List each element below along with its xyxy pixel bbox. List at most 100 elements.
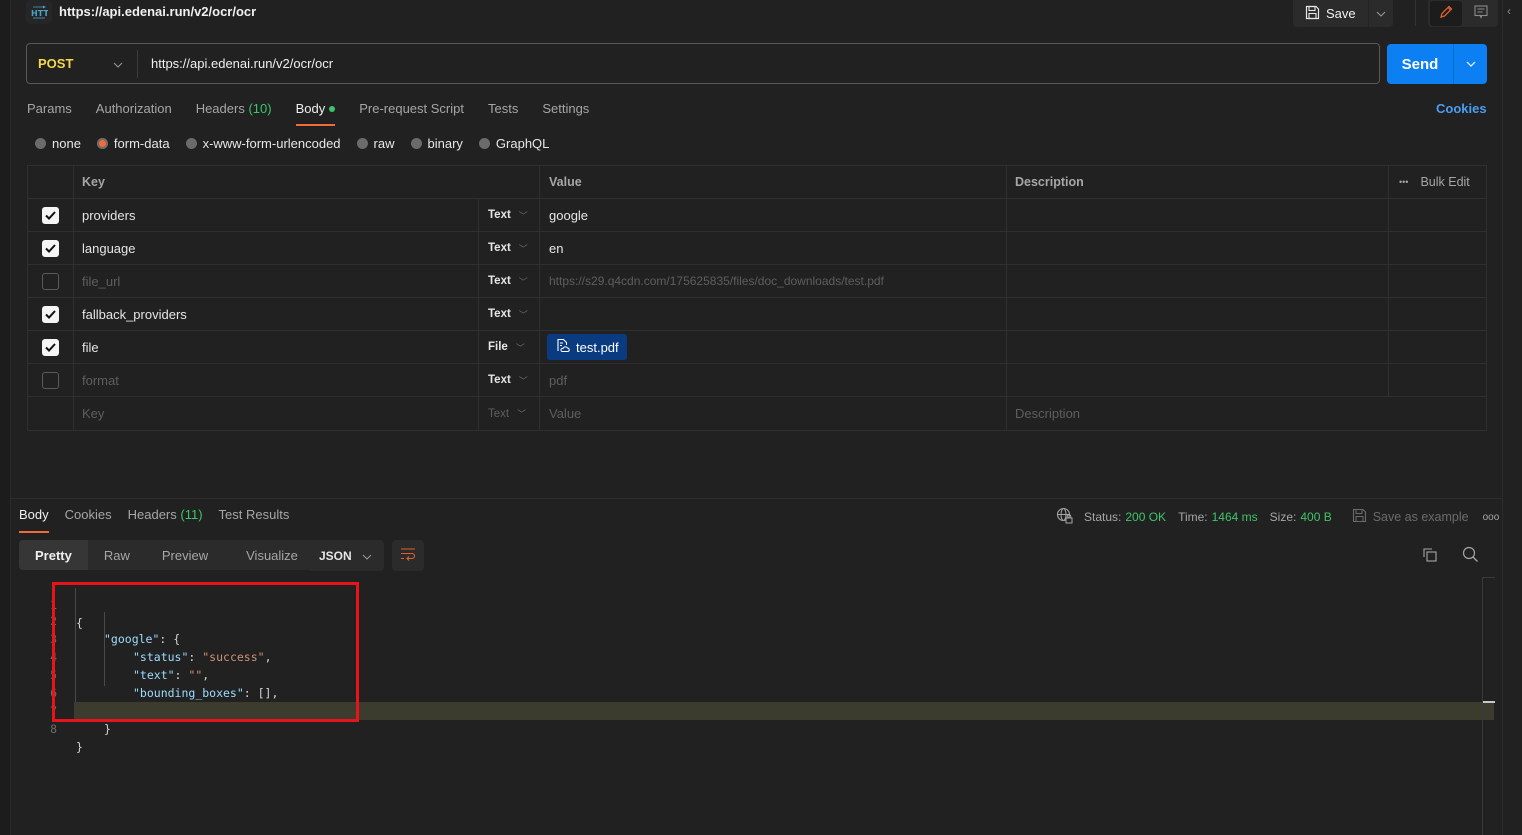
search-button[interactable] (1462, 546, 1479, 566)
value-cell[interactable]: google (540, 199, 1007, 231)
type-select[interactable]: Text ﹀ (479, 364, 540, 396)
radio-graphql[interactable]: GraphQL (478, 136, 549, 151)
response-tab-headers[interactable]: Headers (11) (128, 507, 203, 532)
format-select[interactable]: JSON (308, 540, 384, 571)
type-select[interactable]: Text ﹀ (479, 199, 540, 231)
value-cell[interactable] (540, 298, 1007, 330)
header-key: Key (74, 166, 540, 198)
save-as-example-button[interactable]: Save as example (1352, 508, 1469, 526)
radio-binary[interactable]: binary (410, 136, 463, 151)
radio-raw[interactable]: raw (356, 136, 395, 151)
tab-body[interactable]: Body (295, 98, 336, 128)
value-cell[interactable]: en (540, 232, 1007, 264)
response-tab-test-results[interactable]: Test Results (219, 507, 290, 532)
request-title[interactable]: https://api.edenai.run/v2/ocr/ocr (59, 4, 256, 19)
radio-form-data[interactable]: form-data (96, 136, 170, 151)
view-pretty[interactable]: Pretty (19, 540, 88, 570)
cookies-link[interactable]: Cookies (1436, 101, 1487, 116)
save-group: Save (1293, 0, 1393, 27)
radio-none[interactable]: none (35, 136, 81, 151)
description-cell[interactable] (1007, 232, 1389, 264)
tab-authorization[interactable]: Authorization (96, 98, 172, 128)
value-placeholder[interactable]: Value (540, 397, 1007, 430)
tab-tests[interactable]: Tests (488, 98, 518, 128)
key-cell[interactable]: language (74, 232, 479, 264)
tab-label: Pre-request Script (359, 101, 464, 116)
type-select[interactable]: Text ﹀ (479, 298, 540, 330)
more-options-icon[interactable]: ••• (1399, 177, 1408, 187)
header-actions: ••• Bulk Edit (1389, 166, 1486, 198)
url-input[interactable] (138, 56, 1379, 71)
chevron-down-icon: ﹀ (517, 409, 527, 419)
line-number: 8 (50, 722, 57, 736)
value-cell[interactable]: pdf (540, 364, 1007, 396)
method-select[interactable]: POST (27, 49, 138, 78)
time-value[interactable]: 1464 ms (1212, 510, 1258, 524)
value-cell[interactable]: https://s29.q4cdn.com/175625835/files/do… (540, 265, 1007, 297)
network-globe-icon[interactable] (1056, 507, 1073, 527)
tab-headers[interactable]: Headers (10) (196, 98, 272, 128)
size-value[interactable]: 400 B (1300, 510, 1331, 524)
radio-button[interactable] (96, 138, 108, 149)
copy-button[interactable] (1422, 547, 1438, 566)
description-cell[interactable] (1007, 364, 1389, 396)
key-cell[interactable]: providers (74, 199, 479, 231)
type-select[interactable]: Text ﹀ (479, 397, 540, 430)
type-select[interactable]: File ﹀ (479, 331, 540, 363)
row-checkbox[interactable] (42, 371, 59, 389)
description-cell[interactable] (1007, 265, 1389, 297)
key-placeholder[interactable]: Key (74, 397, 479, 430)
description-placeholder[interactable]: Description (1007, 397, 1486, 430)
status-value[interactable]: 200 OK (1125, 510, 1166, 524)
send-options-button[interactable] (1454, 44, 1487, 84)
row-checkbox-cell (28, 199, 74, 231)
view-visualize[interactable]: Visualize (230, 540, 314, 570)
response-tab-cookies[interactable]: Cookies (65, 507, 112, 532)
type-label: Text (488, 209, 511, 221)
wrap-lines-button[interactable] (392, 540, 424, 571)
key-cell[interactable]: file (74, 331, 479, 363)
radio-x-www-form-urlencoded[interactable]: x-www-form-urlencoded (185, 136, 341, 151)
row-checkbox[interactable] (42, 206, 59, 224)
radio-button[interactable] (185, 138, 197, 149)
radio-button[interactable] (356, 138, 368, 149)
view-raw[interactable]: Raw (88, 540, 146, 570)
more-options-icon[interactable]: ooo (1483, 512, 1500, 523)
description-cell[interactable] (1007, 199, 1389, 231)
send-button[interactable]: Send (1387, 44, 1454, 84)
chevron-down-icon: ﹀ (518, 243, 528, 254)
headers-count: (10) (248, 101, 272, 116)
type-select[interactable]: Text ﹀ (479, 265, 540, 297)
radio-button[interactable] (478, 138, 490, 149)
response-tab-body[interactable]: Body (19, 507, 49, 533)
row-checkbox[interactable] (42, 239, 59, 257)
save-button[interactable]: Save (1293, 0, 1369, 27)
key-cell[interactable]: file_url (74, 265, 479, 297)
row-checkbox[interactable] (42, 272, 59, 290)
row-checkbox[interactable] (42, 305, 59, 323)
key-cell[interactable]: fallback_providers (74, 298, 479, 330)
row-checkbox[interactable] (42, 338, 59, 356)
tab-params[interactable]: Params (27, 98, 72, 128)
bulk-edit-button[interactable]: Bulk Edit (1420, 175, 1469, 189)
description-cell[interactable] (1007, 331, 1389, 363)
tab-settings[interactable]: Settings (542, 98, 589, 128)
key-cell[interactable]: format (74, 364, 479, 396)
pane-divider[interactable] (11, 498, 1502, 499)
row-actions-cell (1389, 265, 1486, 297)
tab-pre-request-script[interactable]: Pre-request Script (359, 98, 464, 128)
size-label: Size: (1269, 510, 1297, 524)
code-scrollbar[interactable] (1482, 577, 1495, 835)
edit-mode-button[interactable] (1430, 1, 1462, 26)
description-cell[interactable] (1007, 298, 1389, 330)
save-options-button[interactable] (1369, 0, 1393, 27)
mode-toggle (1428, 0, 1498, 27)
type-select[interactable]: Text ﹀ (479, 232, 540, 264)
radio-button[interactable] (410, 138, 422, 149)
view-preview[interactable]: Preview (146, 540, 230, 570)
right-panel-collapse[interactable]: ‹ (1502, 0, 1522, 835)
file-chip[interactable]: test.pdf (547, 334, 627, 360)
radio-button[interactable] (35, 138, 46, 149)
comments-button[interactable] (1465, 1, 1497, 26)
method-label: POST (38, 56, 74, 71)
